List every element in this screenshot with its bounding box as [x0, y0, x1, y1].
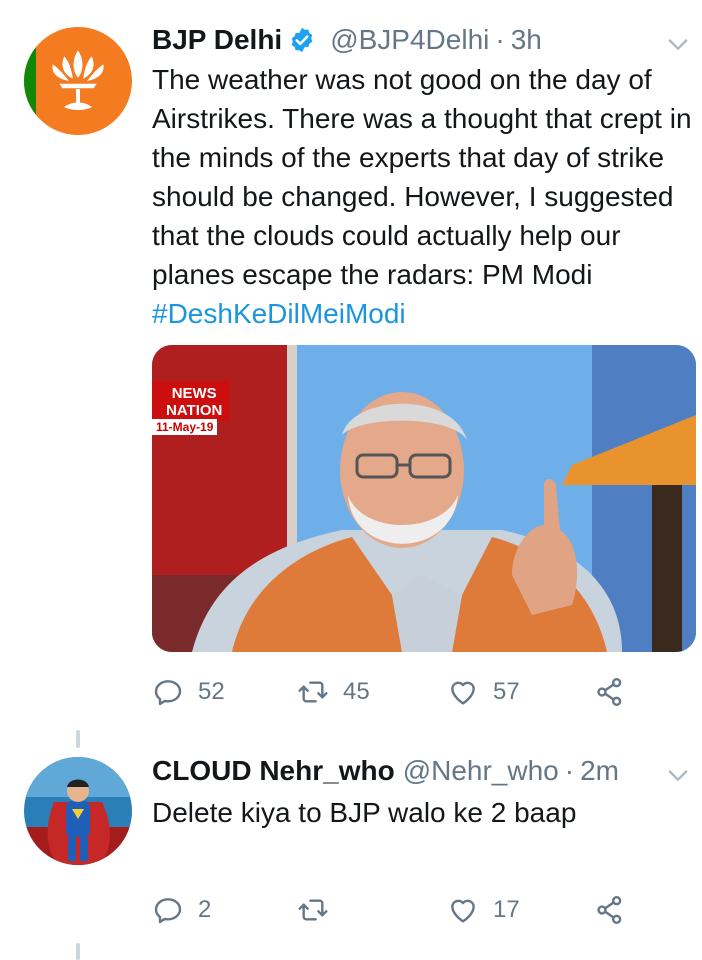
tweet-header: CLOUD Nehr_who @Nehr_who · 2m	[152, 754, 692, 788]
tweet-text: Delete kiya to BJP walo ke 2 baap	[152, 797, 577, 828]
retweet-icon	[298, 899, 328, 921]
retweet-button[interactable]	[297, 890, 343, 930]
avatar-nehr-who[interactable]	[24, 757, 132, 865]
share-icon	[597, 896, 622, 924]
reply-button[interactable]: 2	[152, 890, 211, 930]
retweet-icon	[298, 681, 328, 703]
tweet-actions: 2 17	[152, 890, 652, 930]
like-button[interactable]: 17	[447, 890, 520, 930]
separator-dot: ·	[564, 755, 575, 786]
chevron-down-icon[interactable]	[664, 30, 692, 58]
retweet-count: 45	[343, 678, 370, 705]
interview-photo	[152, 345, 696, 652]
tweet-actions: 52 45 57	[152, 672, 652, 712]
like-heart-icon	[451, 681, 475, 705]
separator-dot: ·	[495, 24, 505, 55]
like-button[interactable]: 57	[447, 672, 520, 712]
reply-count: 52	[198, 678, 225, 705]
share-icon	[597, 678, 622, 706]
avatar-bjp-delhi[interactable]	[24, 27, 132, 135]
like-count: 17	[493, 896, 520, 923]
timestamp[interactable]: 2m	[580, 754, 619, 788]
tweet-image[interactable]: NEWS NATION 11-May-19	[152, 345, 696, 652]
share-button[interactable]	[594, 672, 626, 712]
lotus-logo-icon	[24, 27, 132, 135]
superhero-avatar-icon	[24, 757, 132, 865]
reply-button[interactable]: 52	[152, 672, 225, 712]
logo-line-1: NEWS	[171, 385, 217, 402]
verified-badge-icon	[288, 26, 316, 54]
share-button[interactable]	[594, 890, 626, 930]
broadcast-date: 11-May-19	[152, 419, 218, 435]
logo-line-2: NATION	[166, 402, 223, 419]
display-name[interactable]: BJP Delhi	[152, 23, 282, 57]
tweet-header: BJP Delhi @BJP4Delhi · 3h	[152, 23, 692, 57]
timestamp[interactable]: 3h	[511, 23, 542, 57]
user-handle[interactable]: @Nehr_who	[403, 754, 559, 788]
tweet-text: The weather was not good on the day of A…	[152, 60, 697, 333]
reply-count: 2	[198, 896, 212, 923]
like-count: 57	[493, 678, 520, 705]
timeline: BJP Delhi @BJP4Delhi · 3h The weather wa…	[0, 0, 702, 960]
chevron-down-icon[interactable]	[664, 761, 692, 789]
tweet-reply-nehr-who[interactable]: CLOUD Nehr_who @Nehr_who · 2m Delete kiy…	[0, 730, 702, 960]
tweet-body: The weather was not good on the day of A…	[152, 64, 692, 290]
tweet-bjp-delhi[interactable]: BJP Delhi @BJP4Delhi · 3h The weather wa…	[0, 0, 702, 735]
retweet-button[interactable]: 45	[297, 672, 370, 712]
reply-icon	[154, 680, 182, 706]
like-heart-icon	[451, 899, 475, 923]
news-nation-logo: NEWS NATION	[152, 381, 231, 421]
thread-connector-top	[76, 730, 80, 748]
display-name[interactable]: CLOUD Nehr_who	[152, 754, 395, 788]
reply-icon	[154, 898, 182, 924]
hashtag-link[interactable]: #DeshKeDilMeiModi	[152, 298, 406, 329]
thread-connector-bottom	[76, 943, 80, 960]
user-handle[interactable]: @BJP4Delhi	[330, 23, 489, 57]
